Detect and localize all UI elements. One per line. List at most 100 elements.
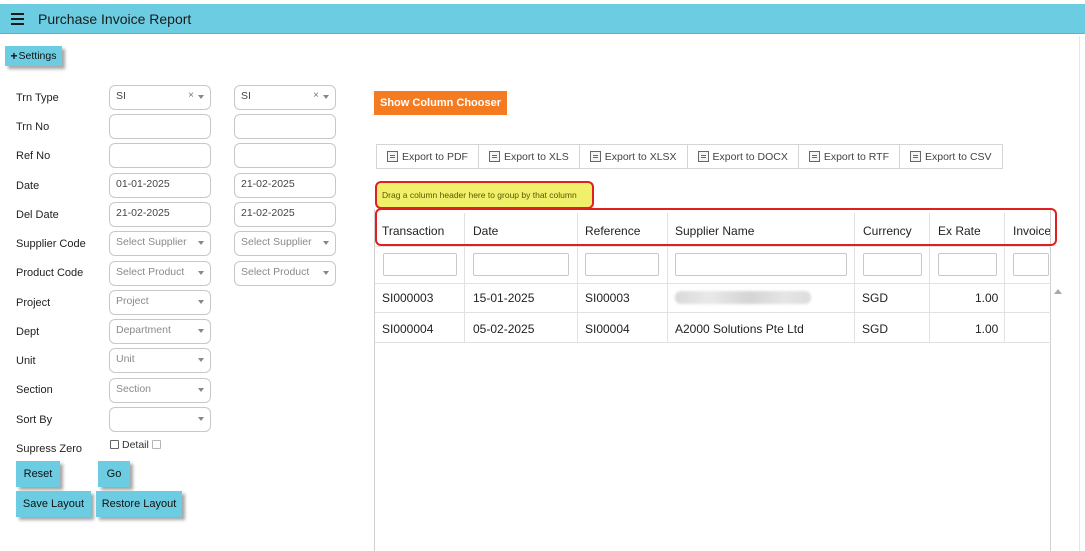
product-code-to-select[interactable]: Select Product	[234, 261, 336, 286]
export-rtf-button[interactable]: Export to RTF	[797, 144, 900, 169]
filter-input-date[interactable]	[473, 253, 569, 276]
column-header-currency[interactable]: Currency	[863, 224, 912, 238]
clear-icon[interactable]: ×	[313, 90, 319, 101]
date-label: Date	[16, 180, 40, 192]
filter-input-invoice[interactable]	[1013, 253, 1049, 276]
reset-button[interactable]: Reset	[16, 461, 60, 487]
supplier-code-to-select[interactable]: Select Supplier	[234, 231, 336, 256]
go-button[interactable]: Go	[98, 461, 130, 487]
product-from-placeholder: Select Product	[116, 266, 185, 278]
chevron-down-icon	[198, 241, 204, 245]
filter-input-ex-rate[interactable]	[938, 253, 997, 276]
scroll-up-arrow-icon[interactable]	[1054, 289, 1062, 294]
product-code-from-select[interactable]: Select Product	[109, 261, 211, 286]
trn-type-from-value: SI	[116, 90, 126, 102]
date-from-input[interactable]: 01-01-2025	[109, 173, 211, 198]
del-date-to-input[interactable]: 21-02-2025	[234, 202, 336, 227]
column-header-reference[interactable]: Reference	[585, 224, 640, 238]
hamburger-icon[interactable]	[11, 13, 24, 25]
cell-date[interactable]: 15-01-2025	[473, 291, 534, 305]
export-csv-button[interactable]: Export to CSV	[899, 144, 1003, 169]
trn-type-to-value: SI	[241, 90, 251, 102]
vertical-scrollbar[interactable]	[1051, 284, 1065, 551]
detail-label: Detail	[122, 439, 149, 451]
column-divider	[464, 213, 465, 343]
column-header-supplier-name[interactable]: Supplier Name	[675, 224, 754, 238]
clear-icon[interactable]: ×	[188, 90, 194, 101]
column-divider	[667, 213, 668, 343]
section-select[interactable]: Section	[109, 378, 211, 403]
export-xls-button[interactable]: Export to XLS	[477, 144, 580, 169]
save-layout-button[interactable]: Save Layout	[16, 491, 91, 517]
page-title: Purchase Invoice Report	[38, 11, 192, 27]
column-divider	[854, 213, 855, 343]
column-header-transaction[interactable]: Transaction	[382, 224, 444, 238]
ref-no-label: Ref No	[16, 150, 51, 162]
supress-zero-checkbox[interactable]	[110, 440, 119, 449]
trn-type-to-select[interactable]: SI ×	[234, 85, 336, 110]
export-icon	[589, 151, 601, 162]
cell-date[interactable]: 05-02-2025	[473, 322, 534, 336]
cell-supplier-name[interactable]: A2000 Solutions Pte Ltd	[675, 322, 804, 336]
settings-button[interactable]: + Settings	[5, 46, 62, 66]
trn-no-from-input[interactable]	[109, 114, 211, 139]
supress-zero-label: Supress Zero	[16, 443, 83, 455]
supplier-code-label: Supplier Code	[16, 238, 86, 250]
trn-type-from-select[interactable]: SI ×	[109, 85, 211, 110]
export-icon	[387, 151, 398, 162]
trn-no-to-input[interactable]	[234, 114, 336, 139]
cell-ex-rate[interactable]: 1.00	[975, 322, 998, 336]
export-pdf-button[interactable]: Export to PDF	[376, 144, 479, 169]
export-xls-label: Export to XLS	[503, 150, 569, 163]
column-header-date[interactable]: Date	[473, 224, 498, 238]
chevron-down-icon	[323, 271, 329, 275]
cell-ex-rate[interactable]: 1.00	[975, 291, 998, 305]
ref-no-from-input[interactable]	[109, 143, 211, 168]
supplier-from-placeholder: Select Supplier	[116, 236, 187, 248]
row-divider	[375, 342, 1051, 343]
chevron-down-icon	[198, 271, 204, 275]
filter-input-currency[interactable]	[863, 253, 922, 276]
column-header-invoice[interactable]: Invoice	[1013, 224, 1050, 238]
export-pdf-label: Export to PDF	[402, 150, 468, 163]
ref-no-to-input[interactable]	[234, 143, 336, 168]
chevron-down-icon	[198, 388, 204, 392]
del-date-label: Del Date	[16, 209, 59, 221]
show-column-chooser-button[interactable]: Show Column Chooser	[374, 91, 507, 115]
filter-input-transaction[interactable]	[383, 253, 457, 276]
restore-layout-button[interactable]: Restore Layout	[96, 491, 182, 517]
trn-type-label: Trn Type	[16, 92, 59, 104]
supplier-to-placeholder: Select Supplier	[241, 236, 312, 248]
cell-transaction[interactable]: SI000004	[382, 322, 433, 336]
filter-input-reference[interactable]	[585, 253, 659, 276]
column-header-ex-rate[interactable]: Ex Rate	[938, 224, 981, 238]
cell-currency[interactable]: SGD	[862, 322, 888, 336]
cell-transaction[interactable]: SI000003	[382, 291, 433, 305]
filter-input-supplier-name[interactable]	[675, 253, 847, 276]
section-label: Section	[16, 384, 53, 396]
project-placeholder: Project	[116, 295, 149, 307]
dept-select[interactable]: Department	[109, 319, 211, 344]
group-by-panel[interactable]: Drag a column header here to group by th…	[375, 181, 594, 209]
cell-currency[interactable]: SGD	[862, 291, 888, 305]
cell-reference[interactable]: SI00004	[585, 322, 630, 336]
export-xlsx-button[interactable]: Export to XLSX	[578, 144, 688, 169]
sort-by-label: Sort By	[16, 414, 53, 426]
project-select[interactable]: Project	[109, 290, 211, 315]
export-docx-button[interactable]: Export to DOCX	[686, 144, 799, 169]
detail-checkbox[interactable]	[152, 440, 161, 449]
sort-by-select[interactable]	[109, 407, 211, 432]
export-toolbar: Export to PDF Export to XLS Export to XL…	[376, 144, 1003, 169]
product-code-label: Product Code	[16, 267, 84, 279]
del-date-from-input[interactable]: 21-02-2025	[109, 202, 211, 227]
unit-label: Unit	[16, 355, 36, 367]
date-to-input[interactable]: 21-02-2025	[234, 173, 336, 198]
cell-reference[interactable]: SI00003	[585, 291, 630, 305]
column-divider	[929, 213, 930, 343]
section-placeholder: Section	[116, 383, 152, 395]
export-xlsx-label: Export to XLSX	[604, 150, 677, 163]
unit-select[interactable]: Unit	[109, 348, 211, 373]
supplier-code-from-select[interactable]: Select Supplier	[109, 231, 211, 256]
app-header: Purchase Invoice Report	[0, 4, 1085, 34]
chevron-down-icon	[198, 417, 204, 421]
